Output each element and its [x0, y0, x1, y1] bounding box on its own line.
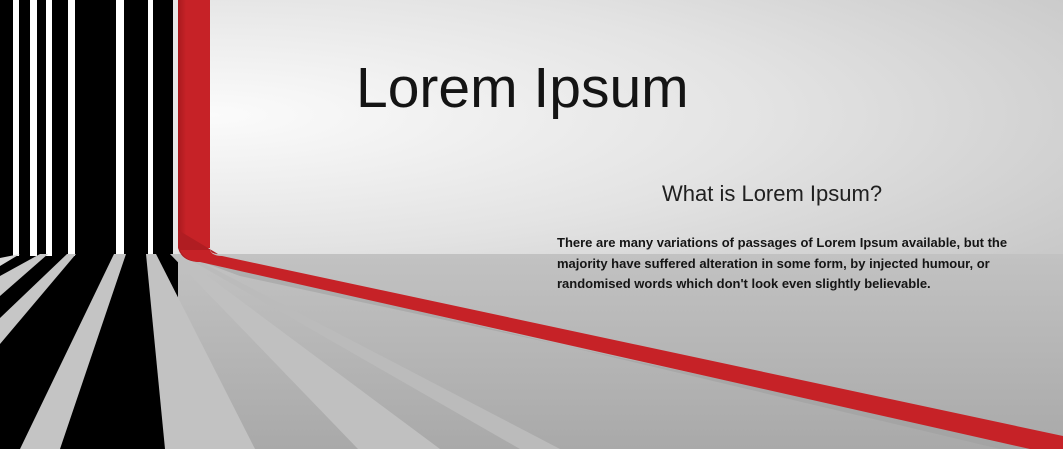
body-paragraph: There are many variations of passages of… — [557, 235, 1008, 291]
white-stripe — [46, 0, 52, 256]
white-stripe — [13, 0, 19, 256]
hero-banner: Lorem Ipsum What is Lorem Ipsum? There a… — [0, 0, 1063, 449]
red-ribbon-vertical — [178, 0, 210, 248]
white-stripe — [68, 0, 75, 256]
section-heading: What is Lorem Ipsum? — [662, 181, 883, 206]
white-stripe — [30, 0, 37, 256]
page-title: Lorem Ipsum — [356, 56, 689, 120]
white-stripe — [148, 0, 153, 256]
white-stripe — [116, 0, 124, 256]
wall-edge — [173, 0, 178, 256]
